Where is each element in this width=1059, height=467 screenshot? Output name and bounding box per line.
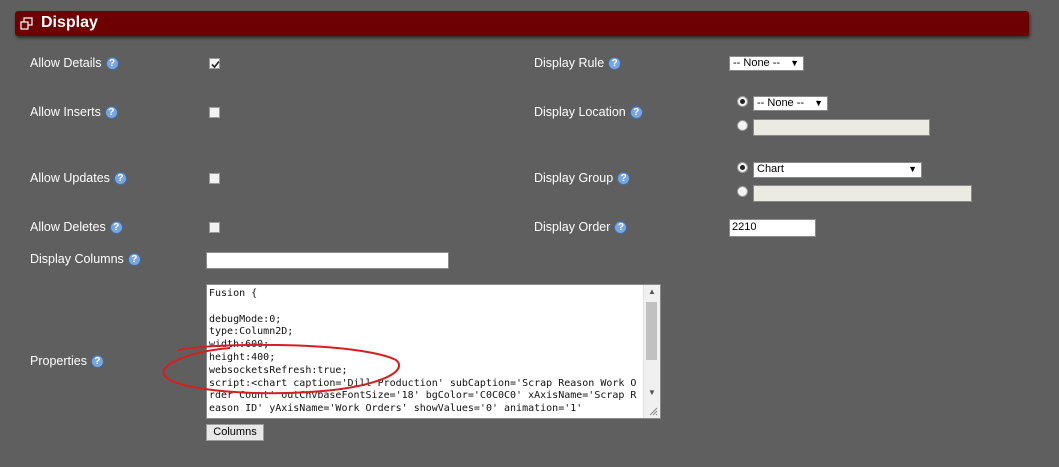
resize-grip-icon[interactable] (649, 407, 658, 416)
display-columns-row: Display Columns? (30, 252, 141, 267)
display-rule-value: -- None -- (733, 57, 781, 69)
display-columns-input[interactable] (206, 252, 449, 269)
display-rule-row: Display Rule? (534, 56, 622, 71)
help-icon[interactable]: ? (104, 106, 118, 120)
help-icon[interactable]: ? (90, 355, 104, 369)
display-columns-label: Display Columns (30, 252, 124, 266)
display-group-radio-custom[interactable] (737, 186, 748, 197)
allow-deletes-checkbox[interactable] (209, 222, 220, 233)
display-group-value: Chart (757, 163, 784, 175)
display-section-header[interactable]: Display (15, 11, 1029, 36)
display-location-select[interactable]: -- None -- ▼ (753, 96, 828, 111)
display-location-radio-custom[interactable] (737, 120, 748, 131)
dropdown-arrow-icon: ▼ (790, 58, 799, 68)
allow-inserts-checkbox[interactable] (209, 107, 220, 118)
display-group-row: Display Group? (534, 171, 631, 186)
help-icon[interactable]: ? (614, 221, 628, 235)
allow-updates-label: Allow Updates (30, 171, 110, 185)
properties-label: Properties (30, 354, 87, 368)
dropdown-arrow-icon: ▼ (908, 164, 917, 174)
section-title: Display (41, 14, 98, 31)
scroll-down-arrow-icon[interactable]: ▼ (644, 386, 660, 400)
help-icon[interactable]: ? (109, 221, 123, 235)
scroll-thumb[interactable] (646, 302, 657, 360)
window-restore-icon (20, 17, 33, 30)
red-ellipse-annotation (162, 344, 400, 395)
display-rule-label: Display Rule (534, 56, 605, 70)
display-order-label: Display Order (534, 220, 611, 234)
allow-details-label: Allow Details (30, 56, 102, 70)
scroll-up-arrow-icon[interactable]: ▲ (644, 285, 660, 299)
help-icon[interactable]: ? (617, 172, 631, 186)
display-location-radio-select[interactable] (737, 96, 748, 107)
allow-inserts-label: Allow Inserts (30, 105, 101, 119)
columns-button[interactable]: Columns (206, 424, 264, 441)
display-location-row: Display Location? (534, 105, 643, 120)
help-icon[interactable]: ? (105, 57, 119, 71)
checkmark-icon (211, 60, 220, 69)
display-group-custom-input[interactable] (753, 185, 972, 202)
allow-details-row: Allow Details? (30, 56, 119, 71)
allow-deletes-row: Allow Deletes? (30, 220, 123, 235)
help-icon[interactable]: ? (113, 172, 127, 186)
display-order-row: Display Order? (534, 220, 628, 235)
help-icon[interactable]: ? (608, 57, 622, 71)
allow-updates-row: Allow Updates? (30, 171, 127, 186)
help-icon[interactable]: ? (629, 106, 643, 120)
display-location-label: Display Location (534, 105, 626, 119)
display-location-custom-input[interactable] (753, 119, 930, 136)
display-group-radio-select[interactable] (737, 162, 748, 173)
display-order-input[interactable]: 2210 (729, 219, 816, 237)
allow-updates-checkbox[interactable] (209, 173, 220, 184)
display-rule-select[interactable]: -- None -- ▼ (729, 56, 804, 71)
textarea-scrollbar[interactable]: ▲ ▼ (643, 285, 660, 418)
allow-deletes-label: Allow Deletes (30, 220, 106, 234)
allow-details-checkbox[interactable] (209, 58, 220, 69)
help-icon[interactable]: ? (127, 253, 141, 267)
dropdown-arrow-icon: ▼ (814, 98, 823, 108)
allow-inserts-row: Allow Inserts? (30, 105, 118, 120)
display-location-value: -- None -- (757, 97, 805, 109)
display-group-select[interactable]: Chart ▼ (753, 162, 922, 178)
properties-row: Properties? (30, 354, 104, 369)
display-group-label: Display Group (534, 171, 614, 185)
